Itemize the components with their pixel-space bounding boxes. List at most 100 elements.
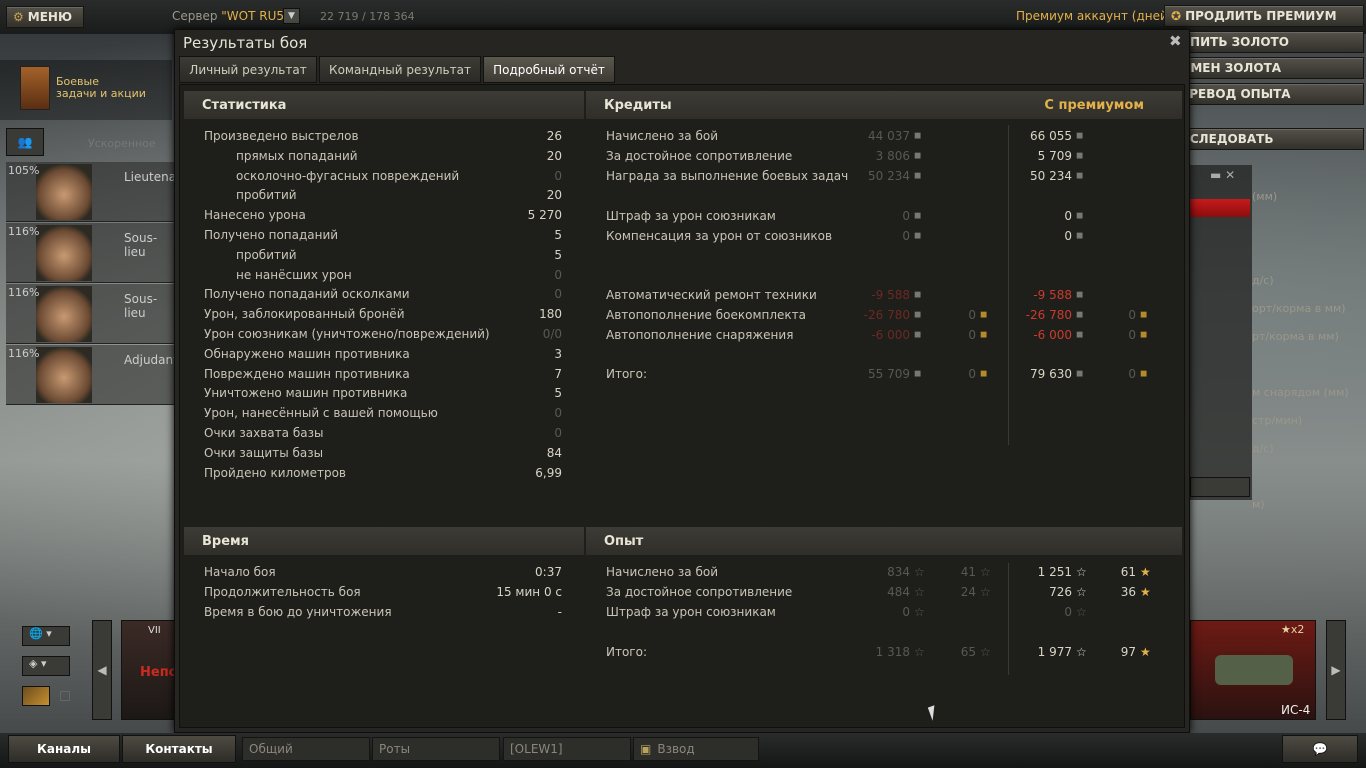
- server-name: "WOT RU5": [221, 9, 290, 23]
- credit-base: 50 234: [868, 169, 910, 183]
- chat-tab-platoon[interactable]: ▣ Взвод: [633, 737, 759, 761]
- star-icon: ☆: [914, 645, 925, 659]
- camo-icon[interactable]: [22, 686, 50, 706]
- chevron-down-icon[interactable]: ▼: [283, 8, 300, 24]
- contacts-button[interactable]: Контакты: [122, 735, 236, 763]
- stats-header-label: Статистика: [202, 97, 287, 113]
- credit-base: 55 709: [868, 367, 910, 381]
- credit-icon: ◼: [914, 369, 922, 379]
- exp-header: Опыт: [586, 527, 1182, 555]
- transfer-exp-button[interactable]: ПЕРЕВОД ОПЫТА: [1164, 83, 1364, 105]
- credit-base: 0: [902, 209, 910, 223]
- tab-personal[interactable]: Личный результат: [179, 56, 317, 83]
- stat-label: Получено попаданий: [204, 228, 339, 242]
- star-icon: ☆: [1076, 585, 1087, 599]
- online-count: 22 719 / 178 364: [320, 10, 415, 23]
- stat-label: стр/мин): [1252, 414, 1303, 427]
- battle-results-dialog: Результаты боя ✖ Личный результат Команд…: [174, 29, 1190, 733]
- chat-tab-companies[interactable]: Роты: [372, 737, 500, 761]
- exp-premium: 0: [1064, 605, 1072, 619]
- exp-premium: 1 251: [1037, 565, 1072, 579]
- crew-skill: 116%: [8, 347, 40, 360]
- stat-value: 0: [554, 287, 562, 302]
- free-exp-premium: 97: [1120, 645, 1136, 659]
- channels-button[interactable]: Каналы: [8, 735, 120, 763]
- crew-member[interactable]: 105% Lieutenan: [6, 162, 184, 222]
- stat-label: Получено попаданий осколками: [204, 287, 410, 302]
- close-icon[interactable]: ✖: [1169, 32, 1182, 50]
- tab-team[interactable]: Командный результат: [319, 56, 481, 83]
- tank-name: Непо: [140, 665, 178, 680]
- credit-label: Штраф за урон союзникам: [606, 209, 776, 223]
- stat-label: Обнаружено машин противника: [204, 346, 410, 361]
- filter-checkbox[interactable]: [60, 691, 70, 701]
- stat-label: Урон, нанесённый с вашей помощью: [204, 406, 438, 421]
- chat-tab-general[interactable]: Общий: [242, 737, 370, 761]
- quests-panel[interactable]: Боевые задачи и акции: [0, 60, 172, 120]
- credit-premium: 50 234: [1030, 169, 1072, 183]
- star-icon: ★: [1140, 645, 1151, 659]
- free-exp-premium: 61: [1120, 565, 1136, 579]
- filter-icon[interactable]: ◈ ▾: [22, 656, 70, 676]
- panel-button[interactable]: [1190, 477, 1250, 497]
- credit-label: Начислено за бой: [606, 129, 719, 143]
- close-icon[interactable]: ▬ ✕: [1210, 168, 1254, 186]
- crew-member[interactable]: 116% Sous-lieu: [6, 284, 178, 344]
- crew-member[interactable]: 116% Adjudant: [6, 345, 178, 405]
- buy-gold-button[interactable]: КУПИТЬ ЗОЛОТО: [1164, 31, 1364, 53]
- exp-base: 1 318: [875, 645, 910, 659]
- credit-icon: ◼: [1076, 369, 1084, 379]
- menu-button[interactable]: ⚙ МЕНЮ: [6, 6, 84, 28]
- exp-label: За достойное сопротивление: [606, 585, 793, 599]
- credit-icon: ◼: [1076, 171, 1084, 181]
- platoon-icon: ▣: [640, 742, 652, 756]
- stat-label: м снарядом (мм): [1252, 386, 1349, 399]
- server-selector[interactable]: Сервер "WOT RU5": [172, 9, 290, 23]
- stat-label: орт/корма в мм): [1252, 302, 1346, 315]
- credit-base: 3 806: [875, 149, 910, 163]
- credit-base: 0: [902, 229, 910, 243]
- credit-icon: ◼: [914, 151, 922, 161]
- gold-premium: 0: [1128, 308, 1136, 322]
- time-label: Время в бою до уничтожения: [204, 605, 392, 619]
- exchange-gold-button[interactable]: ОБМЕН ЗОЛОТА: [1164, 57, 1364, 79]
- stat-value: 5: [554, 247, 562, 262]
- stat-label: осколочно-фугасных повреждений: [236, 168, 460, 183]
- credit-base: -6 000: [871, 328, 910, 342]
- tab-detailed[interactable]: Подробный отчёт: [483, 56, 615, 83]
- credit-premium: 79 630: [1030, 367, 1072, 381]
- crew-portrait: [36, 225, 92, 281]
- bonus-text: x2: [1290, 623, 1305, 636]
- gold-icon: ◼: [1140, 369, 1148, 379]
- free-exp-base: 41: [960, 565, 976, 579]
- credit-icon: ◼: [1076, 231, 1084, 241]
- stat-label: Пройдено километров: [204, 465, 346, 480]
- time-label: Начало боя: [204, 565, 276, 579]
- time-value: 15 мин 0 с: [496, 585, 562, 599]
- extend-premium-label: ПРОДЛИТЬ ПРЕМИУМ: [1185, 9, 1337, 23]
- tank-card[interactable]: VII Непо: [121, 620, 178, 720]
- chat-tab-clan[interactable]: [OLEW1]: [503, 737, 631, 761]
- premium-header-label: С премиумом: [1044, 97, 1144, 113]
- credit-icon: ◼: [914, 171, 922, 181]
- crew-icon[interactable]: 👥: [6, 128, 44, 156]
- extend-premium-button[interactable]: ✪ ПРОДЛИТЬ ПРЕМИУМ: [1164, 5, 1364, 27]
- carousel-left-arrow[interactable]: ◀: [92, 620, 112, 720]
- star-icon: ★: [1140, 585, 1151, 599]
- free-exp-premium: 36: [1120, 585, 1136, 599]
- credit-premium: 0: [1064, 229, 1072, 243]
- dialog-title: Результаты боя: [183, 34, 308, 52]
- star-icon: ☆: [1076, 565, 1087, 579]
- carousel-right-arrow[interactable]: ▶: [1326, 620, 1346, 720]
- stat-value: 0: [554, 168, 562, 183]
- research-button[interactable]: ИССЛЕДОВАТЬ: [1164, 128, 1364, 150]
- stat-label: Нанесено урона: [204, 208, 306, 223]
- tank-card-is4[interactable]: ★x2 ИС-4: [1190, 620, 1316, 720]
- channels-label: Каналы: [37, 742, 91, 756]
- exp-premium: 1 977: [1037, 645, 1072, 659]
- chat-icon[interactable]: 💬: [1282, 735, 1358, 763]
- globe-icon[interactable]: 🌐 ▾: [22, 626, 70, 646]
- crew-member[interactable]: 116% Sous-lieu: [6, 223, 178, 283]
- stat-label: рт/корма в мм): [1252, 330, 1339, 343]
- quests-label: Боевые задачи и акции: [56, 76, 146, 100]
